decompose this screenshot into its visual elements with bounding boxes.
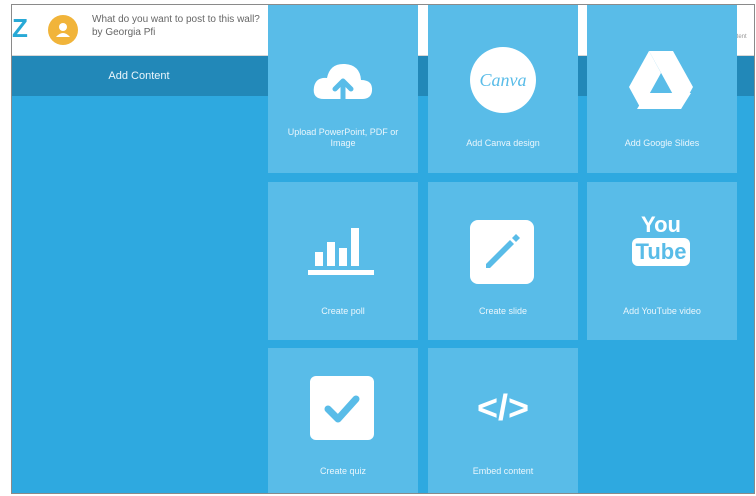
sidebar: Add Content bbox=[12, 56, 266, 493]
tile-label: Add Google Slides bbox=[624, 138, 700, 148]
tile-upload[interactable]: Upload PowerPoint, PDF or Image bbox=[268, 5, 418, 173]
tile-youtube[interactable]: You Tube Add YouTube video bbox=[587, 182, 737, 340]
pencil-glyph bbox=[486, 234, 520, 268]
wall-author: by Georgia Pfi bbox=[92, 27, 156, 38]
tile-create-quiz[interactable]: Create quiz bbox=[268, 348, 418, 493]
app-logo[interactable]: Z bbox=[12, 15, 28, 41]
wall-title: What do you want to post to this wall? bbox=[92, 14, 260, 25]
tile-label: Embed content bbox=[472, 466, 534, 476]
youtube-logo-bottom: Tube bbox=[631, 238, 691, 266]
tile-label: Create quiz bbox=[319, 466, 367, 476]
bar-chart-icon bbox=[308, 228, 374, 275]
canva-icon: Canva bbox=[470, 47, 536, 113]
tile-label: Create poll bbox=[321, 306, 365, 316]
tile-label: Upload PowerPoint, PDF or Image bbox=[287, 127, 399, 148]
code-icon: </> bbox=[476, 387, 530, 428]
sidebar-header: Add Content bbox=[12, 56, 266, 96]
checkmark-glyph bbox=[324, 395, 360, 423]
google-drive-icon bbox=[629, 51, 693, 109]
cloud-upload-icon bbox=[313, 63, 373, 102]
pencil-icon bbox=[470, 220, 534, 284]
wall-title-block: What do you want to post to this wall? b… bbox=[92, 13, 260, 39]
tile-embed[interactable]: </> Embed content bbox=[428, 348, 578, 493]
tile-label: Add YouTube video bbox=[623, 306, 701, 316]
avatar[interactable] bbox=[48, 15, 78, 45]
canva-logo-text: Canva bbox=[479, 70, 527, 90]
tile-canva[interactable]: Canva Add Canva design bbox=[428, 5, 578, 173]
tile-create-poll[interactable]: Create poll bbox=[268, 182, 418, 340]
youtube-logo-top: You bbox=[641, 212, 681, 237]
tile-create-slide[interactable]: Create slide bbox=[428, 182, 578, 340]
youtube-icon: You Tube bbox=[631, 212, 691, 266]
app-window: Z What do you want to post to this wall?… bbox=[11, 4, 755, 494]
tile-label: Create slide bbox=[478, 306, 528, 316]
user-icon bbox=[56, 23, 70, 37]
tile-google-slides[interactable]: Add Google Slides bbox=[587, 5, 737, 173]
checkmark-icon bbox=[310, 376, 374, 440]
tile-label: Add Canva design bbox=[466, 138, 540, 148]
